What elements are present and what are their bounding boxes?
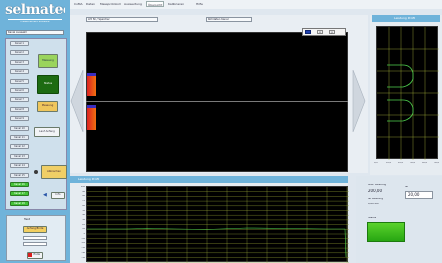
tool-y-label: y (331, 30, 333, 34)
previous-arrow-icon[interactable] (70, 70, 84, 132)
signal-marker-upper (87, 73, 96, 76)
logo-underline (8, 19, 62, 20)
profile-bottom-tick: 80 (82, 195, 85, 198)
actual-value-field[interactable]: 20,00 (405, 191, 433, 199)
info-button[interactable]: Info (51, 192, 65, 199)
channel-button[interactable]: Kanal 15 (10, 172, 29, 178)
menu-item[interactable]: Daten (86, 1, 95, 7)
stop-icon (28, 253, 32, 257)
channel-button[interactable]: Kanal 12 (10, 144, 29, 150)
signal-bar-upper (87, 73, 96, 96)
menu-item[interactable]: Übersicht (146, 1, 165, 7)
menu-item[interactable]: CoMA (74, 1, 83, 7)
profile-side-title: Leistung Profil (372, 15, 440, 22)
profile-bottom-tick: -30 (81, 247, 85, 250)
profile-side-tick: 20,0 (398, 162, 404, 164)
tool-x-button[interactable]: x (317, 30, 323, 34)
logo-claim: measurement software (20, 21, 50, 23)
channel-button[interactable]: Kanal 5 (10, 78, 29, 84)
profile-bottom-tick: -10 (81, 237, 85, 240)
max-power-value: 200,00 (368, 189, 382, 193)
channel-selection-field[interactable]: Kanal Auswahl (6, 30, 64, 35)
profile-side-tick: 0,0 (374, 162, 378, 164)
profile-side-tick: 30,0 (410, 162, 416, 164)
profile-bottom-tick: 40 (82, 214, 85, 217)
profile-side-tick: 10,0 (386, 162, 392, 164)
main-scope-display[interactable] (86, 32, 348, 172)
profile-bottom-tick: -20 (81, 242, 85, 245)
measure-button[interactable]: Messung (38, 54, 58, 68)
channel-button[interactable]: Kanal 14 (10, 163, 29, 169)
profile-bottom-tick: 10 (82, 228, 85, 231)
tool-y-button[interactable]: y (329, 30, 335, 34)
profile-side-tick: 50,0 (434, 162, 440, 164)
actual-power-label: Ist Leistung (368, 198, 383, 200)
measure-button-2[interactable]: Messung (37, 101, 58, 112)
channel-button[interactable]: Kanal 18 (10, 200, 29, 206)
channel-button[interactable]: Kanal 11 (10, 135, 29, 140)
menu-item[interactable]: Messprotokoll (100, 1, 121, 7)
scope-toolbox[interactable]: x y (302, 28, 346, 36)
channel-button[interactable]: Kanal 1 (10, 41, 29, 46)
status-label: Status (368, 217, 377, 219)
arrow-left-icon[interactable]: ◀ (43, 193, 48, 198)
signal-bar-lower (87, 105, 96, 130)
profile-bottom-scope[interactable] (86, 186, 349, 263)
tool-select-button[interactable] (305, 30, 311, 34)
cancel-button[interactable]: Abbrechen (41, 165, 67, 179)
channel-button[interactable]: Kanal 6 (10, 88, 29, 93)
channel-button[interactable]: Kanal 16 (10, 182, 29, 187)
menu-item[interactable]: Auswertung (124, 1, 142, 7)
profile-side-scope[interactable] (376, 26, 439, 160)
next-arrow-icon[interactable] (352, 70, 366, 132)
actual-label: Ist (405, 186, 409, 188)
profile-bottom-tick: 0 (83, 233, 85, 235)
channel-button[interactable]: Kanal 7 (10, 97, 29, 103)
channel-button[interactable]: Kanal 8 (10, 106, 29, 112)
menu-item[interactable]: Kalibrieren (168, 1, 184, 7)
channel-button[interactable]: Kanal 2 (10, 50, 29, 56)
max-power-label: Max. Leistung (368, 184, 387, 186)
run-number-field[interactable]: Lfd Nr / Speicher (86, 17, 158, 22)
actual-power-value: 0,00 kW (368, 203, 379, 205)
profile-bottom-tick: 100 (80, 186, 85, 188)
channel-button[interactable]: Kanal 4 (10, 69, 29, 75)
profile-bottom-tick: 20 (82, 223, 85, 226)
start-end-button[interactable]: Anfang/Ende (23, 226, 47, 233)
test-input-1[interactable] (23, 236, 47, 240)
menu-item[interactable]: Hilfe (196, 1, 203, 7)
end-button-label: Ende (33, 253, 40, 257)
profile-side-tick: 40,0 (422, 162, 428, 164)
run-start-button[interactable]: Lauf Anfang (34, 127, 60, 137)
channel-button[interactable]: Kanal 9 (10, 116, 29, 122)
profile-bottom-tick: -50 (81, 256, 85, 259)
channel-button[interactable]: Kanal 13 (10, 153, 29, 159)
profile-bottom-title: Leistung Profil (70, 176, 348, 183)
actual-value: 20,00 (408, 192, 420, 197)
channel-button[interactable]: Kanal 10 (10, 125, 29, 131)
channel-button[interactable]: Kanal 17 (10, 191, 29, 197)
channel-button[interactable]: Kanal 3 (10, 59, 29, 65)
signal-marker-lower (87, 105, 96, 108)
tool-x-label: x (319, 30, 321, 34)
reference-line (86, 101, 348, 102)
status-led (34, 170, 38, 174)
profile-bottom-tick: 90 (82, 190, 85, 193)
profile-bottom-tick: 60 (82, 204, 85, 207)
raw-data-field[interactable]: Rohdaten Kanal (206, 17, 252, 22)
logo-text: selmatec (5, 3, 65, 17)
status-indicator-button[interactable]: Status (37, 75, 59, 94)
profile-bottom-tick: -40 (81, 251, 85, 254)
profile-bottom-tick: 30 (82, 218, 85, 221)
test-box-title: Test (24, 218, 30, 221)
test-input-2[interactable] (23, 242, 47, 246)
profile-bottom-tick: 50 (82, 209, 85, 212)
profile-bottom-tick: 70 (82, 200, 85, 203)
status-light (367, 222, 405, 242)
